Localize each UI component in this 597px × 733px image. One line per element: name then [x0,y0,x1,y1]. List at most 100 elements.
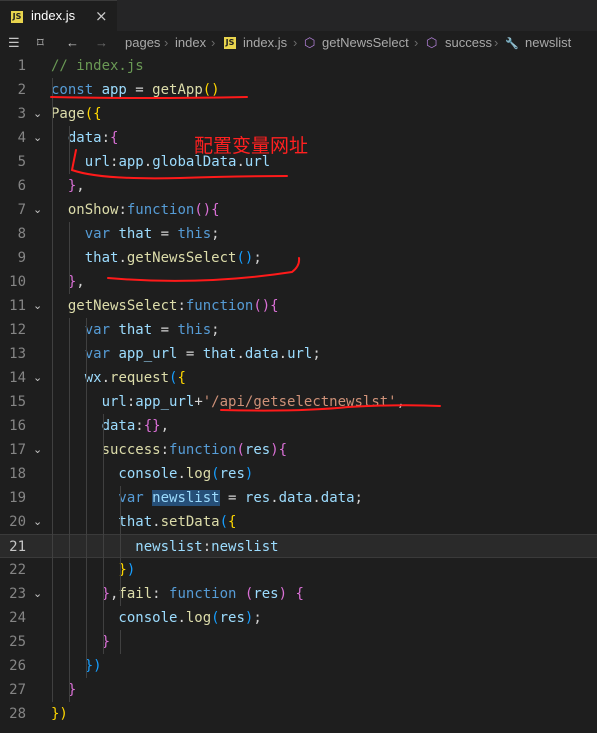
fold-chevron-icon[interactable]: ⌄ [33,198,42,222]
code-line[interactable]: 22 }) [0,558,597,582]
fold-chevron-icon[interactable]: ⌄ [33,510,42,534]
code-line[interactable]: 10 }, [0,270,597,294]
code-token: , [396,394,406,410]
list-icon[interactable]: ☰ [8,35,20,51]
back-arrow-icon[interactable]: ← [66,35,79,50]
breadcrumb-item-file[interactable]: index.js [243,35,287,50]
code-token: getNewsSelect [51,298,178,314]
code-token: . [118,250,127,266]
code-line[interactable]: 25 } [0,630,597,654]
code-token: function [169,442,237,458]
code-text: var that = this; [51,318,220,342]
code-token: ) [278,586,296,602]
indent-guide [102,414,104,654]
breadcrumb-separator: › [164,35,169,50]
code-token: ; [354,490,363,506]
breadcrumb-item-pages[interactable]: pages [125,35,160,50]
code-token: { [278,442,288,458]
code-line[interactable]: 24 console.log(res); [0,606,597,630]
code-token: var [51,322,119,338]
code-text: const app = getApp() [51,78,220,102]
indent-guide [68,318,70,702]
code-token: ; [253,250,262,266]
code-line[interactable]: 11 ⌄ getNewsSelect:function(){ [0,294,597,318]
tab-index-js[interactable]: JS index.js × [0,0,117,31]
code-token: ( [219,514,229,530]
bookmark-icon[interactable]: ⌑ [37,35,44,51]
line-number: 28 [9,706,26,722]
fold-chevron-icon[interactable]: ⌄ [33,102,42,126]
code-token: function [185,298,254,314]
fold-chevron-icon[interactable]: ⌄ [33,366,42,390]
line-number: 10 [9,274,26,290]
code-token: log [185,466,212,482]
code-token: () [236,250,254,266]
line-number: 18 [9,466,26,482]
code-token: ) [126,562,136,578]
indent-guide [52,78,53,702]
line-number: 24 [9,610,26,626]
code-token: { [110,130,119,146]
code-token: that [51,250,119,266]
code-line[interactable]: 9 that.getNewsSelect(); [0,246,597,270]
breadcrumb-separator: › [494,35,499,50]
line-number: 14 [9,370,26,386]
code-line[interactable]: 20 ⌄ that.setData({ [0,510,597,534]
code-line[interactable]: 23 ⌄ },fail: function (res) { [0,582,597,606]
code-line[interactable]: 16 data:{}, [0,414,597,438]
code-line[interactable]: 21 newslist:newslist [0,534,597,558]
code-line[interactable]: 2 const app = getApp() [0,78,597,102]
code-token: ; [211,322,220,338]
code-token: app [101,82,127,98]
fold-chevron-icon[interactable]: ⌄ [33,294,42,318]
code-token: = [126,82,153,98]
fold-chevron-icon[interactable]: ⌄ [33,438,42,462]
code-token: } [51,562,127,578]
fold-chevron-icon[interactable]: ⌄ [33,582,42,606]
code-token: : [135,418,144,434]
breadcrumb-item-newslist[interactable]: newslist [525,35,571,50]
code-token: data [320,490,355,506]
breadcrumb-item-success[interactable]: success [445,35,492,50]
code-token: url [287,346,313,362]
code-token: getApp [152,82,203,98]
code-token: that [118,322,153,338]
code-token: console [51,466,178,482]
code-token: url [51,154,111,170]
line-number: 17 [9,442,26,458]
forward-arrow-icon[interactable]: → [95,35,108,50]
code-line[interactable]: 1 // index.js [0,54,597,78]
code-line[interactable]: 6 }, [0,174,597,198]
line-number: 15 [9,394,26,410]
breadcrumb-item-index[interactable]: index [175,35,206,50]
annotation-note: 配置变量网址 [194,135,309,157]
code-token: var [51,226,119,242]
code-token: request [110,370,170,386]
code-token: { [295,586,304,602]
code-token: : [202,539,212,555]
code-line[interactable]: 12 var that = this; [0,318,597,342]
code-line[interactable]: 28}) [0,702,597,726]
close-icon[interactable]: × [95,7,108,25]
code-token: res [244,490,271,506]
code-line[interactable]: 27 } [0,678,597,702]
code-token: ( [211,610,220,626]
indent-guide [85,390,87,678]
code-line[interactable]: 7 ⌄ onShow:function(){ [0,198,597,222]
code-line[interactable]: 3 ⌄ Page({ [0,102,597,126]
code-line[interactable]: 26 }) [0,654,597,678]
code-token: } [51,682,77,698]
fold-chevron-icon[interactable]: ⌄ [33,126,42,150]
code-line[interactable]: 13 var app_url = that.data.url; [0,342,597,366]
code-token: this [177,226,212,242]
code-token: }) [51,658,102,674]
breadcrumb-item-getnewsselect[interactable]: getNewsSelect [322,35,409,50]
code-line[interactable]: 14 ⌄ wx.request({ [0,366,597,390]
code-line[interactable]: 18 console.log(res) [0,462,597,486]
code-line[interactable]: 17 ⌄ success:function(res){ [0,438,597,462]
code-token: { [228,514,237,530]
code-line[interactable]: 8 var that = this; [0,222,597,246]
code-line[interactable]: 15 url:app_url+'/api/getselectnewslst', [0,390,597,414]
line-number: 26 [9,658,26,674]
code-line[interactable]: 19 var newslist = res.data.data; [0,486,597,510]
